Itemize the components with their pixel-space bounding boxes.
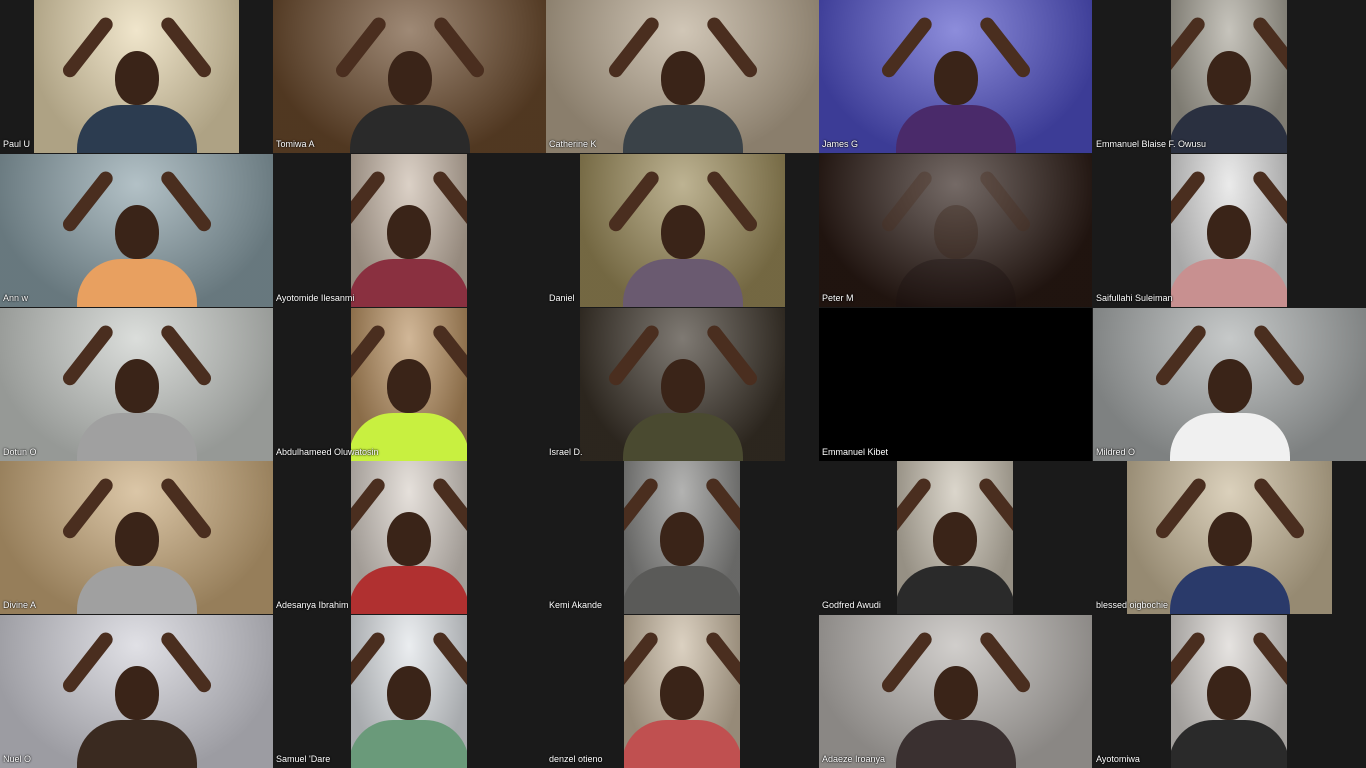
participant-name-label: Adesanya Ibrahim xyxy=(276,600,349,610)
participant-silhouette xyxy=(59,167,214,307)
participant-name-label: Kemi Akande xyxy=(549,600,603,610)
participant-tile[interactable]: Samuel 'Dare xyxy=(273,615,546,768)
participant-video xyxy=(819,154,1092,307)
participant-silhouette xyxy=(878,167,1033,307)
participant-silhouette xyxy=(1171,13,1287,153)
participant-name-label: Israel D. xyxy=(549,447,583,457)
participant-name-label: Godfred Awudi xyxy=(822,600,881,610)
participant-video xyxy=(0,154,273,307)
participant-tile[interactable]: Saifullahi Suleiman xyxy=(1093,154,1366,307)
participant-video xyxy=(34,0,239,153)
participant-name-label: Tomiwa A xyxy=(276,139,315,149)
participant-name-label: Adaeze Iroanya xyxy=(822,754,886,764)
participant-tile[interactable]: Nuel O xyxy=(0,615,273,768)
participant-name-label: Ayotomiwa xyxy=(1096,754,1140,764)
participant-video xyxy=(351,461,467,614)
participant-silhouette xyxy=(59,13,214,153)
participant-silhouette xyxy=(59,628,214,768)
participant-silhouette xyxy=(59,474,214,614)
participant-tile[interactable]: Emmanuel Blaise F. Owusu xyxy=(1093,0,1366,153)
participant-silhouette xyxy=(351,474,467,614)
participant-silhouette xyxy=(59,321,214,461)
participant-name-label: Dotun O xyxy=(3,447,37,457)
participant-silhouette xyxy=(624,628,740,768)
participant-silhouette xyxy=(1152,474,1307,614)
participant-silhouette xyxy=(1171,167,1287,307)
participant-tile[interactable]: Abdulhameed Oluwatosin xyxy=(273,308,546,461)
participant-name-label: Samuel 'Dare xyxy=(276,754,331,764)
participant-tile[interactable]: Ann w xyxy=(0,154,273,307)
participant-video xyxy=(819,615,1092,768)
participant-video xyxy=(1093,308,1366,461)
participant-name-label: Catherine K xyxy=(549,139,597,149)
participant-video xyxy=(0,615,273,768)
participant-tile[interactable]: Peter M xyxy=(819,154,1092,307)
participant-tile[interactable]: Divine A xyxy=(0,461,273,614)
participant-video xyxy=(1171,0,1287,153)
participant-silhouette xyxy=(605,167,760,307)
participant-name-label: James G xyxy=(822,139,859,149)
participant-silhouette xyxy=(878,628,1033,768)
participant-tile[interactable]: Daniel xyxy=(546,154,819,307)
participant-video xyxy=(351,154,467,307)
participant-name-label: Abdulhameed Oluwatosin xyxy=(276,447,379,457)
participant-video xyxy=(580,154,785,307)
participant-video xyxy=(624,461,740,614)
participant-silhouette xyxy=(605,321,760,461)
participant-video xyxy=(1171,615,1287,768)
participant-silhouette xyxy=(1152,321,1307,461)
participant-name-label: denzel otieno xyxy=(549,754,603,764)
participant-name-label: Divine A xyxy=(3,600,37,610)
participant-video xyxy=(351,615,467,768)
participant-tile[interactable]: Catherine K xyxy=(546,0,819,153)
participant-tile[interactable]: Godfred Awudi xyxy=(819,461,1092,614)
participant-name-label: Mildred O xyxy=(1096,447,1136,457)
participant-video xyxy=(624,615,740,768)
participant-silhouette xyxy=(332,13,487,153)
participant-tile[interactable]: James G xyxy=(819,0,1092,153)
participant-silhouette xyxy=(351,321,467,461)
participant-tile[interactable]: Kemi Akande xyxy=(546,461,819,614)
participant-tile[interactable]: Emmanuel Kibet xyxy=(819,308,1092,461)
participant-silhouette xyxy=(351,628,467,768)
participant-name-label: Emmanuel Blaise F. Owusu xyxy=(1096,139,1207,149)
participant-video xyxy=(897,461,1013,614)
participant-video xyxy=(819,0,1092,153)
participant-name-label: Saifullahi Suleiman xyxy=(1096,293,1173,303)
participant-silhouette xyxy=(605,13,760,153)
participant-video xyxy=(1127,461,1332,614)
participant-video xyxy=(0,308,273,461)
participant-tile[interactable]: blessed oigbochie xyxy=(1093,461,1366,614)
participant-silhouette xyxy=(351,167,467,307)
participant-name-label: Paul U xyxy=(3,139,31,149)
participant-silhouette xyxy=(878,13,1033,153)
participant-video xyxy=(273,0,546,153)
participant-name-label: blessed oigbochie xyxy=(1096,600,1169,610)
participant-name-label: Ayotomide Ilesanmi xyxy=(276,293,355,303)
participant-name-label: Emmanuel Kibet xyxy=(822,447,889,457)
participant-tile[interactable]: Mildred O xyxy=(1093,308,1366,461)
participant-name-label: Peter M xyxy=(822,293,854,303)
participant-video xyxy=(546,0,819,153)
participant-silhouette xyxy=(897,474,1013,614)
participant-tile[interactable]: Israel D. xyxy=(546,308,819,461)
participant-name-label: Ann w xyxy=(3,293,29,303)
participant-tile[interactable]: Dotun O xyxy=(0,308,273,461)
participant-tile[interactable]: Tomiwa A xyxy=(273,0,546,153)
participant-tile[interactable]: denzel otieno xyxy=(546,615,819,768)
participant-silhouette xyxy=(624,474,740,614)
participant-name-label: Daniel xyxy=(549,293,575,303)
participant-video xyxy=(1171,154,1287,307)
participant-video xyxy=(351,308,467,461)
gallery-grid: Paul U Tomiwa A Catherine K James G Emmanuel… xyxy=(0,0,1366,768)
participant-video xyxy=(580,308,785,461)
participant-video xyxy=(0,461,273,614)
participant-name-label: Nuel O xyxy=(3,754,32,764)
participant-tile[interactable]: Adaeze Iroanya xyxy=(819,615,1092,768)
participant-tile[interactable]: Paul U xyxy=(0,0,273,153)
participant-tile[interactable]: Ayotomide Ilesanmi xyxy=(273,154,546,307)
participant-tile[interactable]: Ayotomiwa xyxy=(1093,615,1366,768)
participant-tile[interactable]: Adesanya Ibrahim xyxy=(273,461,546,614)
participant-silhouette xyxy=(1171,628,1287,768)
